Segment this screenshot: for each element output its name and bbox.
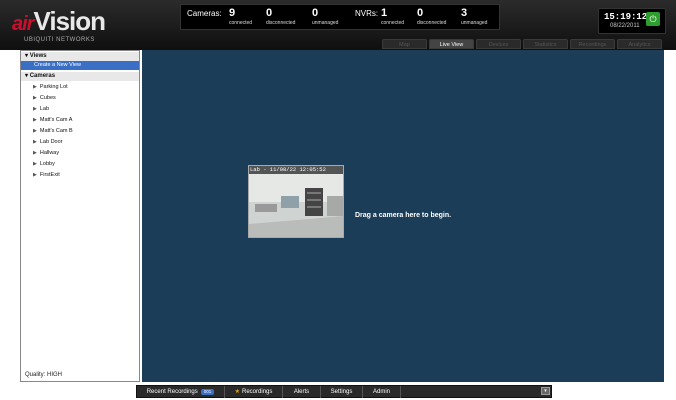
bottom-tabs: Recent Recordings 001 ★ Recordings Alerts … (136, 385, 552, 398)
camera-icon: ▶ (33, 150, 37, 156)
camera-item[interactable]: ▶ Lobby (33, 160, 55, 168)
camera-item[interactable]: ▶ Matt's Cam A (33, 116, 72, 124)
top-bar: airVision UBIQUITI NETWORKS Cameras: 9 c… (0, 0, 676, 50)
create-view-button[interactable]: Create a New View (21, 61, 139, 70)
camera-item[interactable]: ▶ FirstExit (33, 171, 60, 179)
tab-map[interactable]: Map (382, 39, 427, 49)
nvr-unmanaged-label: unmanaged (461, 20, 488, 26)
tab-devices[interactable]: Devices (476, 39, 521, 49)
alerts-tab[interactable]: Alerts (283, 386, 321, 398)
power-icon[interactable]: ⏻ (646, 12, 660, 26)
nvr-connected-count: 1 (381, 7, 388, 19)
collapse-icon[interactable]: ▾ (541, 387, 550, 395)
recent-recordings-tab[interactable]: Recent Recordings 001 (137, 386, 225, 398)
camera-icon: ▶ (33, 106, 37, 112)
camera-icon: ▶ (33, 117, 37, 123)
tab-statistics[interactable]: Statistics (523, 39, 568, 49)
cam-connected-label: connected (229, 20, 253, 26)
cam-connected-count: 9 (229, 7, 236, 19)
camera-icon: ▶ (33, 172, 37, 178)
nvr-disconnected-label: disconnected (417, 20, 447, 26)
camera-icon: ▶ (33, 84, 37, 90)
tab-analytics[interactable]: Analytics (617, 39, 662, 49)
tab-recordings[interactable]: Recordings (570, 39, 615, 49)
cam-disconnected-count: 0 (266, 7, 273, 19)
brand-logo: airVision UBIQUITI NETWORKS (12, 6, 122, 46)
drag-instruction: Drag a camera here to begin. (355, 212, 452, 219)
cam-unmanaged-label: unmanaged (312, 20, 339, 26)
tab-live-view[interactable]: Live View (429, 39, 474, 49)
cam-unmanaged-count: 0 (312, 7, 319, 19)
nvr-unmanaged-count: 3 (461, 7, 468, 19)
cameras-label: Cameras: (187, 9, 222, 18)
camera-drag-thumbnail[interactable]: Lab - 11/08/22 12:05:52 (248, 165, 344, 238)
nvr-disconnected-count: 0 (417, 7, 424, 19)
nvrs-label: NVRs: (355, 9, 379, 18)
camera-icon: ▶ (33, 161, 37, 167)
camera-icon: ▶ (33, 95, 37, 101)
camera-icon: ▶ (33, 128, 37, 134)
recent-count-badge: 001 (200, 389, 215, 395)
company-name: UBIQUITI NETWORKS (24, 37, 95, 43)
camera-icon: ▶ (33, 139, 37, 145)
status-panel: Cameras: 9 connected 0 disconnected 0 un… (180, 4, 500, 30)
admin-tab[interactable]: Admin (363, 386, 401, 398)
thumbnail-timestamp: Lab - 11/08/22 12:05:52 (249, 166, 343, 174)
star-icon: ★ (234, 389, 241, 395)
recordings-tab[interactable]: ★ Recordings (225, 386, 283, 398)
clock-date: 08/22/2011 (610, 23, 640, 29)
camera-item[interactable]: ▶ Lab Door (33, 138, 63, 146)
cameras-header[interactable]: ▾ Cameras (21, 72, 139, 81)
views-header[interactable]: ▾ Views (21, 52, 139, 61)
camera-snapshot-image (249, 166, 343, 237)
camera-item[interactable]: ▶ Hallway (33, 149, 59, 157)
camera-item[interactable]: ▶ Matt's Cam B (33, 127, 73, 135)
quality-label: Quality: HIGH (25, 372, 63, 378)
clock-time: 15:19:12 (604, 12, 648, 22)
settings-tab[interactable]: Settings (321, 386, 363, 398)
logo-mark: airVision (12, 6, 106, 36)
camera-item[interactable]: ▶ Cubes (33, 94, 56, 102)
camera-item[interactable]: ▶ Parking Lot (33, 83, 68, 91)
camera-item[interactable]: ▶ Lab (33, 105, 49, 113)
cam-disconnected-label: disconnected (266, 20, 296, 26)
app-window: airVision UBIQUITI NETWORKS Cameras: 9 c… (0, 0, 676, 400)
sidebar: ▾ Views Create a New View ▾ Cameras ▶ Par… (20, 50, 140, 382)
nvr-connected-label: connected (381, 20, 405, 26)
